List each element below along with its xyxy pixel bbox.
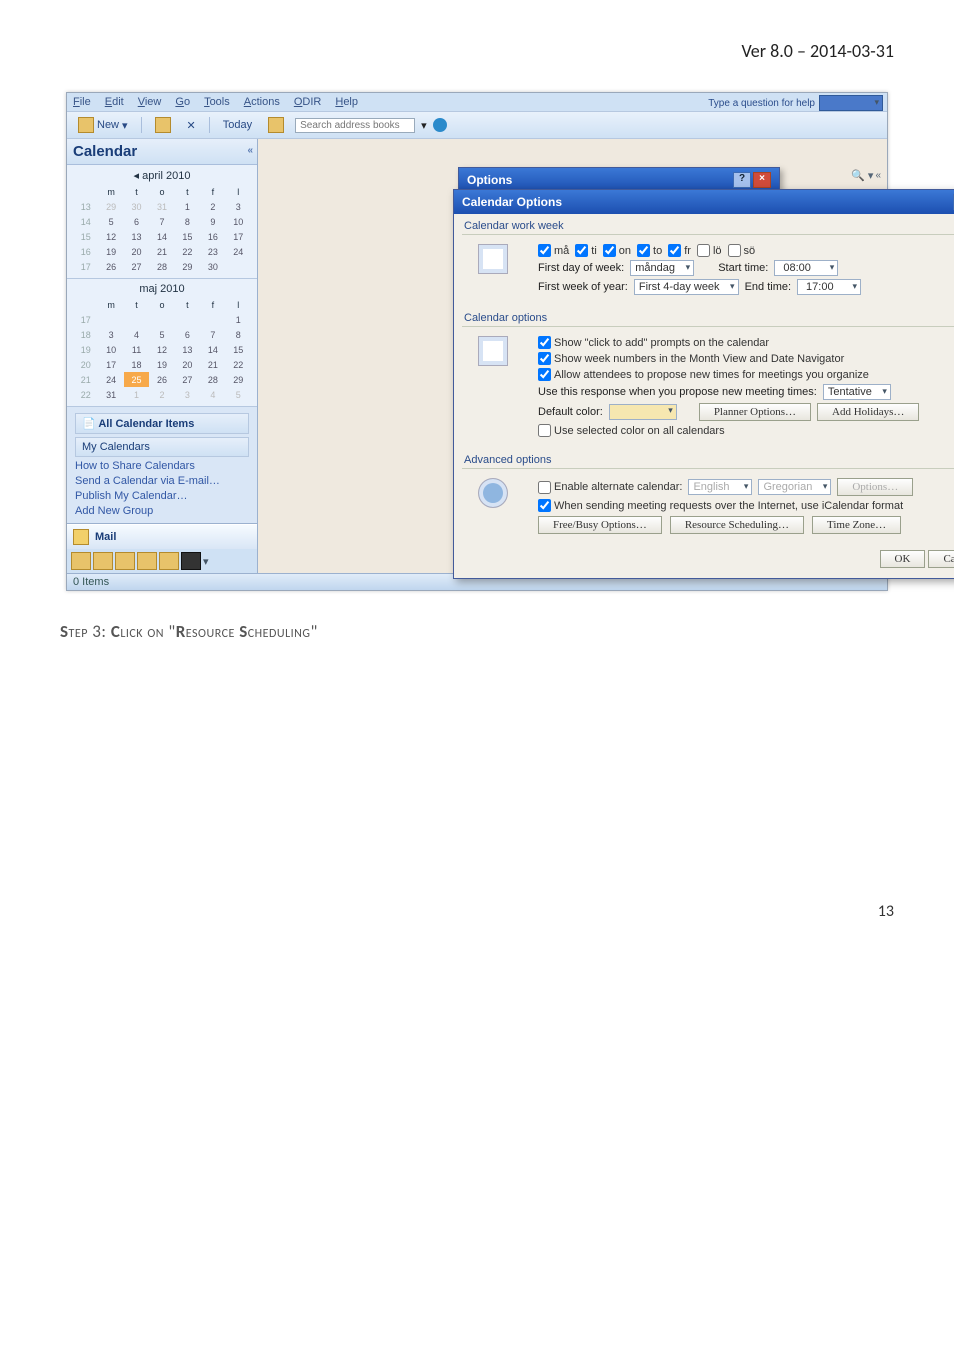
calendar-main-area: 🔍 ▾ « Next Appointment eminder Time Opti…: [258, 139, 887, 573]
menu-file[interactable]: File: [73, 96, 91, 108]
timezone-button[interactable]: Time Zone…: [812, 516, 901, 534]
menu-go[interactable]: Go: [175, 96, 190, 108]
shortcut-icon[interactable]: [93, 552, 113, 570]
resource-scheduling-button[interactable]: Resource Scheduling…: [670, 516, 804, 534]
show-week-numbers-checkbox[interactable]: Show week numbers in the Month View and …: [538, 352, 844, 365]
start-time-label: Start time:: [718, 262, 768, 274]
nav-title: Calendar «: [67, 139, 257, 165]
day-so-checkbox[interactable]: sö: [728, 244, 756, 257]
shortcut-icon[interactable]: [115, 552, 135, 570]
today-button[interactable]: Today: [218, 117, 257, 133]
nav-shortcut-strip: ▾: [67, 549, 257, 573]
day-ma-checkbox[interactable]: må: [538, 244, 569, 257]
show-click-add-checkbox[interactable]: Show "click to add" prompts on the calen…: [538, 336, 769, 349]
new-button[interactable]: New ▾: [73, 115, 133, 135]
alt-cal-dropdown: Gregorian: [758, 479, 831, 495]
enable-alt-calendar-checkbox[interactable]: Enable alternate calendar:: [538, 481, 682, 494]
link-how-to-share[interactable]: How to Share Calendars: [75, 460, 249, 472]
mail-nav-button[interactable]: Mail: [67, 524, 257, 549]
mail-icon: [73, 529, 89, 545]
cal-opts-ok-button[interactable]: OK: [880, 550, 926, 568]
icalendar-checkbox[interactable]: When sending meeting requests over the I…: [538, 499, 903, 512]
advanced-legend: Advanced options: [464, 454, 954, 466]
my-calendars[interactable]: My Calendars: [75, 437, 249, 457]
allow-propose-checkbox[interactable]: Allow attendees to propose new times for…: [538, 368, 869, 381]
day-to-checkbox[interactable]: to: [637, 244, 662, 257]
menu-odir[interactable]: ODIR: [294, 96, 322, 108]
planner-options-button[interactable]: Planner Options…: [699, 403, 811, 421]
cal-opts-cancel-button[interactable]: Cancel: [928, 550, 954, 568]
book-icon: [268, 117, 284, 133]
default-color-label: Default color:: [538, 406, 603, 418]
end-time-dropdown[interactable]: 17:00: [797, 279, 861, 295]
alt-options-button: Options…: [837, 478, 913, 496]
page-header: Ver 8.0 – 2014-03-31: [60, 40, 894, 62]
calendar-icon: [78, 117, 94, 133]
day-lo-checkbox[interactable]: lö: [697, 244, 722, 257]
mini-cal-title: ◂ april 2010: [73, 169, 251, 182]
day-ti-checkbox[interactable]: ti: [575, 244, 597, 257]
page-number: 13: [60, 902, 894, 921]
all-calendar-items[interactable]: 📄 All Calendar Items: [75, 413, 249, 434]
mini-calendar-may[interactable]: maj 2010 mtotfl 171 18345678 19101112131…: [67, 279, 257, 407]
menu-help[interactable]: Help: [335, 96, 358, 108]
first-week-label: First week of year:: [538, 281, 628, 293]
calendar-icon: [478, 244, 508, 274]
print-button[interactable]: [150, 115, 176, 135]
shortcut-icon[interactable]: [71, 552, 91, 570]
globe-icon: [478, 478, 508, 508]
add-holidays-button[interactable]: Add Holidays…: [817, 403, 919, 421]
end-time-label: End time:: [745, 281, 791, 293]
menubar: File Edit View Go Tools Actions ODIR Hel…: [67, 93, 887, 112]
help-search-dropdown[interactable]: [819, 95, 883, 111]
first-day-label: First day of week:: [538, 262, 624, 274]
alt-lang-dropdown: English: [688, 479, 752, 495]
address-book-button[interactable]: [263, 115, 289, 135]
work-week-legend: Calendar work week: [464, 220, 954, 232]
freebusy-button[interactable]: Free/Busy Options…: [538, 516, 662, 534]
step-instruction: Step 3: Click on "Resource Scheduling": [60, 621, 894, 642]
calendar-options-dialog: Calendar Options ? × Calendar work week …: [453, 189, 954, 579]
menu-edit[interactable]: Edit: [105, 96, 124, 108]
help-button[interactable]: ?: [733, 172, 751, 188]
link-publish-calendar[interactable]: Publish My Calendar…: [75, 490, 249, 502]
shortcut-icon[interactable]: [159, 552, 179, 570]
toolbar: New ▾ ✕ Today Search address books ▾: [67, 112, 887, 139]
nav-pane: Calendar « ◂ april 2010 mtotfl 132930311…: [67, 139, 258, 573]
start-time-dropdown[interactable]: 08:00: [774, 260, 838, 276]
help-icon[interactable]: [433, 118, 447, 132]
day-fr-checkbox[interactable]: fr: [668, 244, 691, 257]
mini-cal-title: maj 2010: [73, 283, 251, 295]
search-address-field[interactable]: Search address books: [295, 118, 415, 133]
first-week-dropdown[interactable]: First 4-day week: [634, 279, 739, 295]
outlook-window: File Edit View Go Tools Actions ODIR Hel…: [66, 92, 888, 591]
help-search-label: Type a question for help: [708, 98, 815, 109]
menu-tools[interactable]: Tools: [204, 96, 230, 108]
print-icon: [155, 117, 171, 133]
use-selected-color-checkbox[interactable]: Use selected color on all calendars: [538, 424, 725, 437]
first-day-dropdown[interactable]: måndag: [630, 260, 694, 276]
propose-response-dropdown[interactable]: Tentative: [823, 384, 891, 400]
link-add-group[interactable]: Add New Group: [75, 505, 249, 517]
shortcut-icon[interactable]: [137, 552, 157, 570]
calendar-options-icon: [478, 336, 508, 366]
calendar-options-legend: Calendar options: [464, 312, 954, 324]
calendar-options-title: Calendar Options: [462, 195, 562, 209]
menu-view[interactable]: View: [138, 96, 162, 108]
search-icon: 🔍 ▾: [851, 169, 873, 182]
propose-response-label: Use this response when you propose new m…: [538, 386, 817, 398]
menu-actions[interactable]: Actions: [244, 96, 280, 108]
close-button[interactable]: ×: [753, 172, 771, 188]
shortcut-icon[interactable]: [181, 552, 201, 570]
delete-button[interactable]: ✕: [182, 117, 201, 134]
default-color-dropdown[interactable]: [609, 404, 677, 420]
collapse-icon[interactable]: «: [247, 145, 253, 156]
day-on-checkbox[interactable]: on: [603, 244, 631, 257]
link-send-calendar[interactable]: Send a Calendar via E-mail…: [75, 475, 249, 487]
mini-calendar-april[interactable]: ◂ april 2010 mtotfl 13293031123 14567891…: [67, 165, 257, 279]
options-title: Options: [467, 173, 512, 187]
